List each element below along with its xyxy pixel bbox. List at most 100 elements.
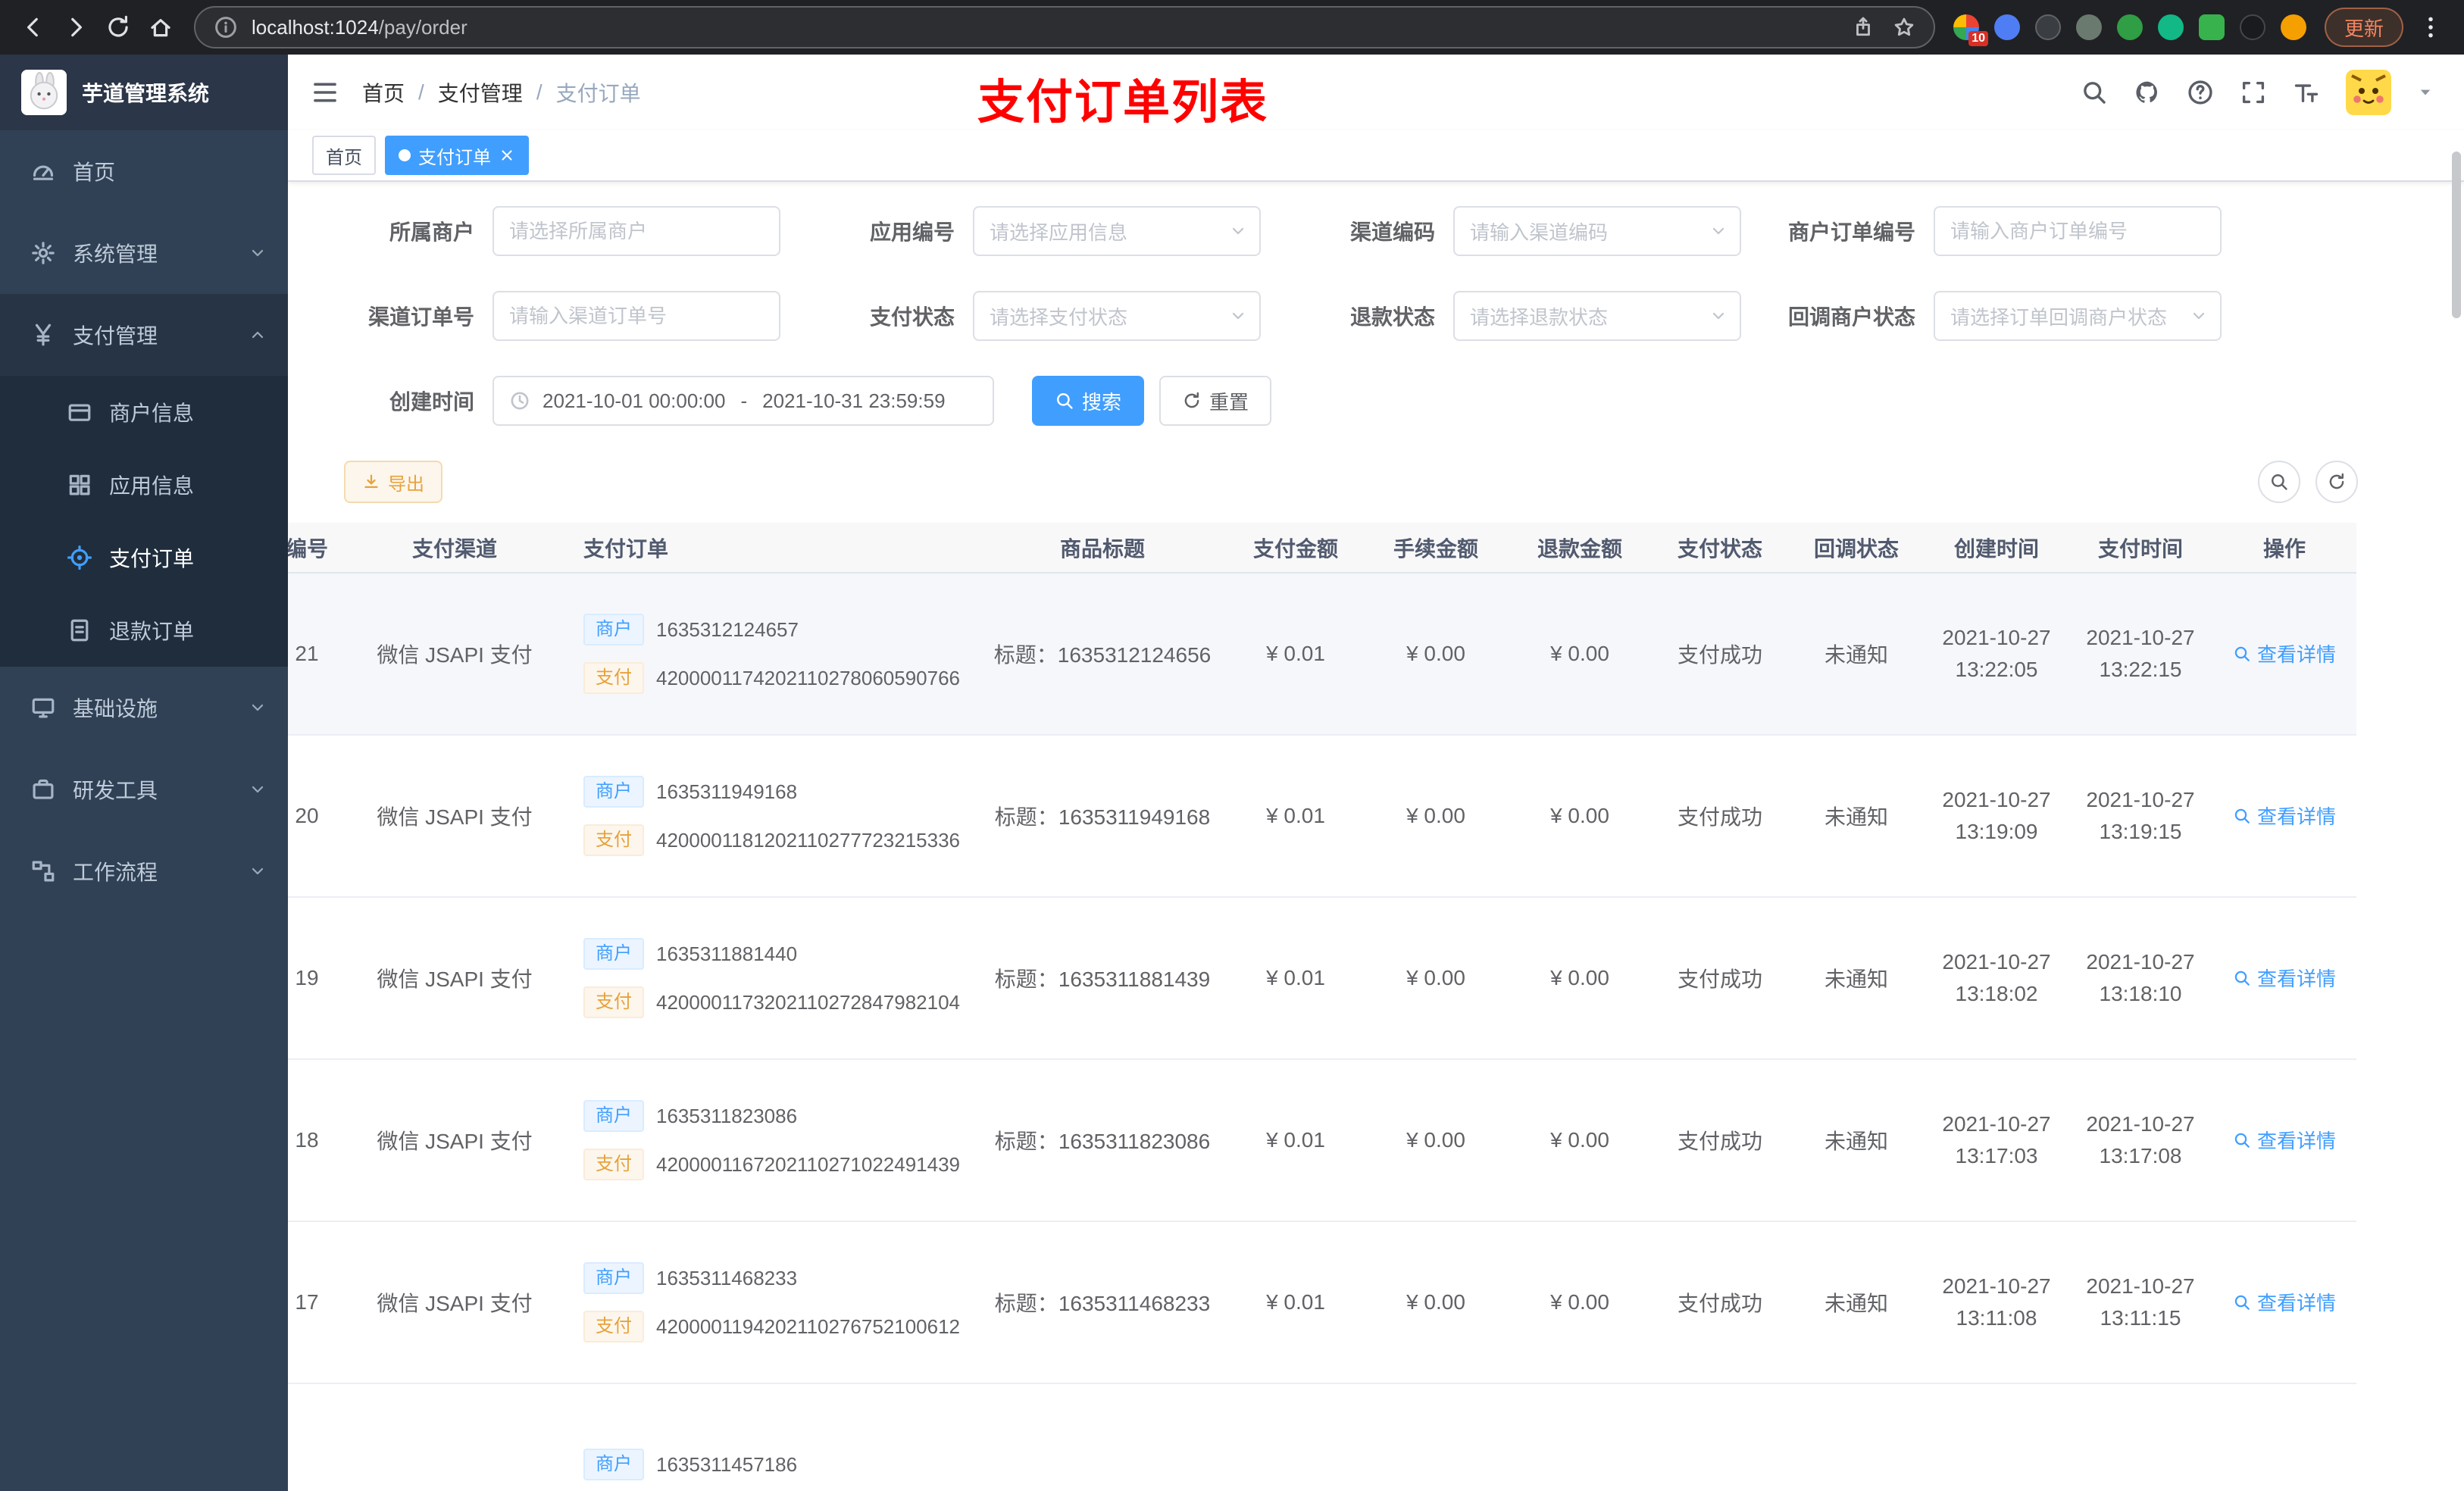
extension-icon[interactable]: [2075, 14, 2102, 40]
filter-field: 渠道编码 请输入渠道编码: [1276, 206, 1741, 256]
tab-0[interactable]: 首页: [312, 136, 376, 175]
chevron-down-icon: [249, 780, 267, 799]
filter-select-2[interactable]: 请输入渠道编码: [1453, 206, 1741, 256]
close-icon[interactable]: [499, 147, 515, 164]
sidebar-item-6[interactable]: 退款订单: [0, 594, 288, 667]
sidebar-item-8[interactable]: 研发工具: [0, 749, 288, 830]
font-size-icon[interactable]: [2293, 79, 2320, 106]
extension-icon[interactable]: [2239, 14, 2265, 40]
sidebar-item-4[interactable]: 应用信息: [0, 449, 288, 521]
sidebar-item-label: 研发工具: [73, 779, 158, 802]
create-time-cell: 2021-10-27 13:18:02: [1925, 897, 2068, 1060]
export-button[interactable]: 导出: [344, 461, 442, 503]
date-range-picker[interactable]: 2021-10-01 00:00:00 - 2021-10-31 23:59:5…: [492, 376, 994, 426]
tab-1[interactable]: 支付订单: [385, 136, 529, 175]
view-detail-link[interactable]: 查看详情: [2233, 639, 2336, 667]
search-icon: [2269, 472, 2289, 492]
sidebar-item-2[interactable]: 支付管理: [0, 294, 288, 376]
filter-input-0[interactable]: [492, 206, 780, 256]
column-header: 支付状态: [1652, 523, 1788, 574]
search-icon[interactable]: [2081, 79, 2108, 106]
refund-amount-cell: ¥ 0.00: [1508, 1221, 1652, 1384]
user-menu-caret-icon[interactable]: [2417, 84, 2434, 101]
column-header: 创建时间: [1925, 523, 2068, 574]
view-detail-link[interactable]: 查看详情: [2233, 964, 2336, 992]
filter-select-5[interactable]: 请选择支付状态: [973, 291, 1261, 341]
toggle-search-button[interactable]: [2258, 461, 2300, 503]
extension-icon[interactable]: [1993, 14, 2020, 40]
fullscreen-icon[interactable]: [2240, 79, 2267, 106]
extension-badge: 10: [1968, 31, 1988, 46]
github-icon[interactable]: [2134, 79, 2161, 106]
date-end-value[interactable]: 2021-10-31 23:59:59: [762, 389, 945, 413]
date-start-value[interactable]: 2021-10-01 00:00:00: [543, 389, 725, 413]
extensions-area: 10: [1953, 14, 2306, 46]
scrollbar-thumb[interactable]: [2452, 152, 2461, 318]
view-detail-link[interactable]: 查看详情: [2233, 1126, 2336, 1154]
user-avatar-icon: [2346, 70, 2391, 115]
merchant-tag: 商户: [583, 938, 644, 970]
title-cell: 标题：1635311468233: [977, 1221, 1227, 1384]
sidebar-item-7[interactable]: 基础设施: [0, 667, 288, 749]
browser-back-button[interactable]: [12, 6, 55, 48]
sidebar-item-9[interactable]: 工作流程: [0, 830, 288, 912]
sidebar-item-0[interactable]: 首页: [0, 130, 288, 212]
browser-menu-button[interactable]: [2409, 6, 2452, 48]
action-cell: 查看详情: [2212, 897, 2356, 1060]
sidebar-toggle-button[interactable]: [311, 78, 339, 107]
filter-select-7[interactable]: 请选择订单回调商户状态: [1934, 291, 2222, 341]
help-icon[interactable]: [2187, 79, 2214, 106]
merchant-order-no: 1635311949168: [656, 780, 798, 803]
extension-icon[interactable]: [2034, 14, 2061, 40]
address-bar[interactable]: localhost:1024/pay/order: [194, 6, 1935, 48]
browser-home-button[interactable]: [139, 6, 182, 48]
sidebar-item-5[interactable]: 支付订单: [0, 521, 288, 594]
user-avatar[interactable]: [2346, 70, 2391, 115]
order-id-cell: 17: [288, 1221, 371, 1384]
filter-select-6[interactable]: 请选择退款状态: [1453, 291, 1741, 341]
breadcrumb-item[interactable]: 首页: [362, 77, 405, 108]
title-cell: 标题：1635312124656: [977, 573, 1227, 736]
channel-cell: 微信 JSAPI 支付: [371, 1221, 538, 1384]
pay-amount-cell: ¥ 0.01: [1227, 573, 1364, 736]
search-icon: [2233, 969, 2251, 987]
select-placeholder: 请选择退款状态: [1470, 305, 1609, 329]
bookmark-star-icon[interactable]: [1893, 16, 1915, 39]
view-detail-link[interactable]: 查看详情: [2233, 802, 2336, 830]
search-button[interactable]: 搜索: [1032, 376, 1145, 426]
filter-field: 退款状态 请选择退款状态: [1276, 291, 1741, 341]
extension-icon[interactable]: 10: [1953, 14, 1988, 46]
order-id-cell: 19: [288, 897, 371, 1060]
extension-icon[interactable]: [2198, 14, 2225, 40]
breadcrumb-item[interactable]: 支付管理: [438, 77, 523, 108]
action-cell: 查看详情: [2212, 735, 2356, 898]
filter-input-4[interactable]: [492, 291, 780, 341]
filter-select-1[interactable]: 请选择应用信息: [973, 206, 1261, 256]
column-header: 操作: [2212, 523, 2356, 574]
app-logo[interactable]: 芋道管理系统: [0, 55, 288, 130]
filter-input-3[interactable]: [1934, 206, 2222, 256]
reset-button[interactable]: 重置: [1159, 376, 1272, 426]
channel-order-no: 4200001173202110272847982104: [656, 990, 961, 1014]
share-icon[interactable]: [1852, 16, 1875, 39]
browser-update-button[interactable]: 更新: [2324, 8, 2403, 47]
refund-amount-cell: ¥ 0.00: [1508, 897, 1652, 1060]
extension-icon[interactable]: [2280, 14, 2306, 40]
monitor-icon: [30, 695, 56, 720]
view-detail-link[interactable]: 查看详情: [2233, 1288, 2336, 1316]
browser-reload-button[interactable]: [97, 6, 139, 48]
notify-status-cell: 未通知: [1788, 1221, 1925, 1384]
url-host: localhost:1024: [252, 15, 379, 39]
merchant-tag: 商户: [583, 776, 644, 808]
extension-icon[interactable]: [2116, 14, 2143, 40]
sidebar-item-3[interactable]: 商户信息: [0, 376, 288, 449]
browser-forward-button[interactable]: [55, 6, 97, 48]
home-icon: [148, 14, 174, 40]
extension-icon[interactable]: [2157, 14, 2184, 40]
merchant-order-no: 1635311468233: [656, 1266, 798, 1289]
site-info-icon[interactable]: [214, 15, 238, 39]
chevron-down-icon: [1229, 222, 1247, 240]
sidebar-item-1[interactable]: 系统管理: [0, 212, 288, 294]
refresh-table-button[interactable]: [2315, 461, 2358, 503]
chevron-down-icon: [2190, 307, 2208, 325]
